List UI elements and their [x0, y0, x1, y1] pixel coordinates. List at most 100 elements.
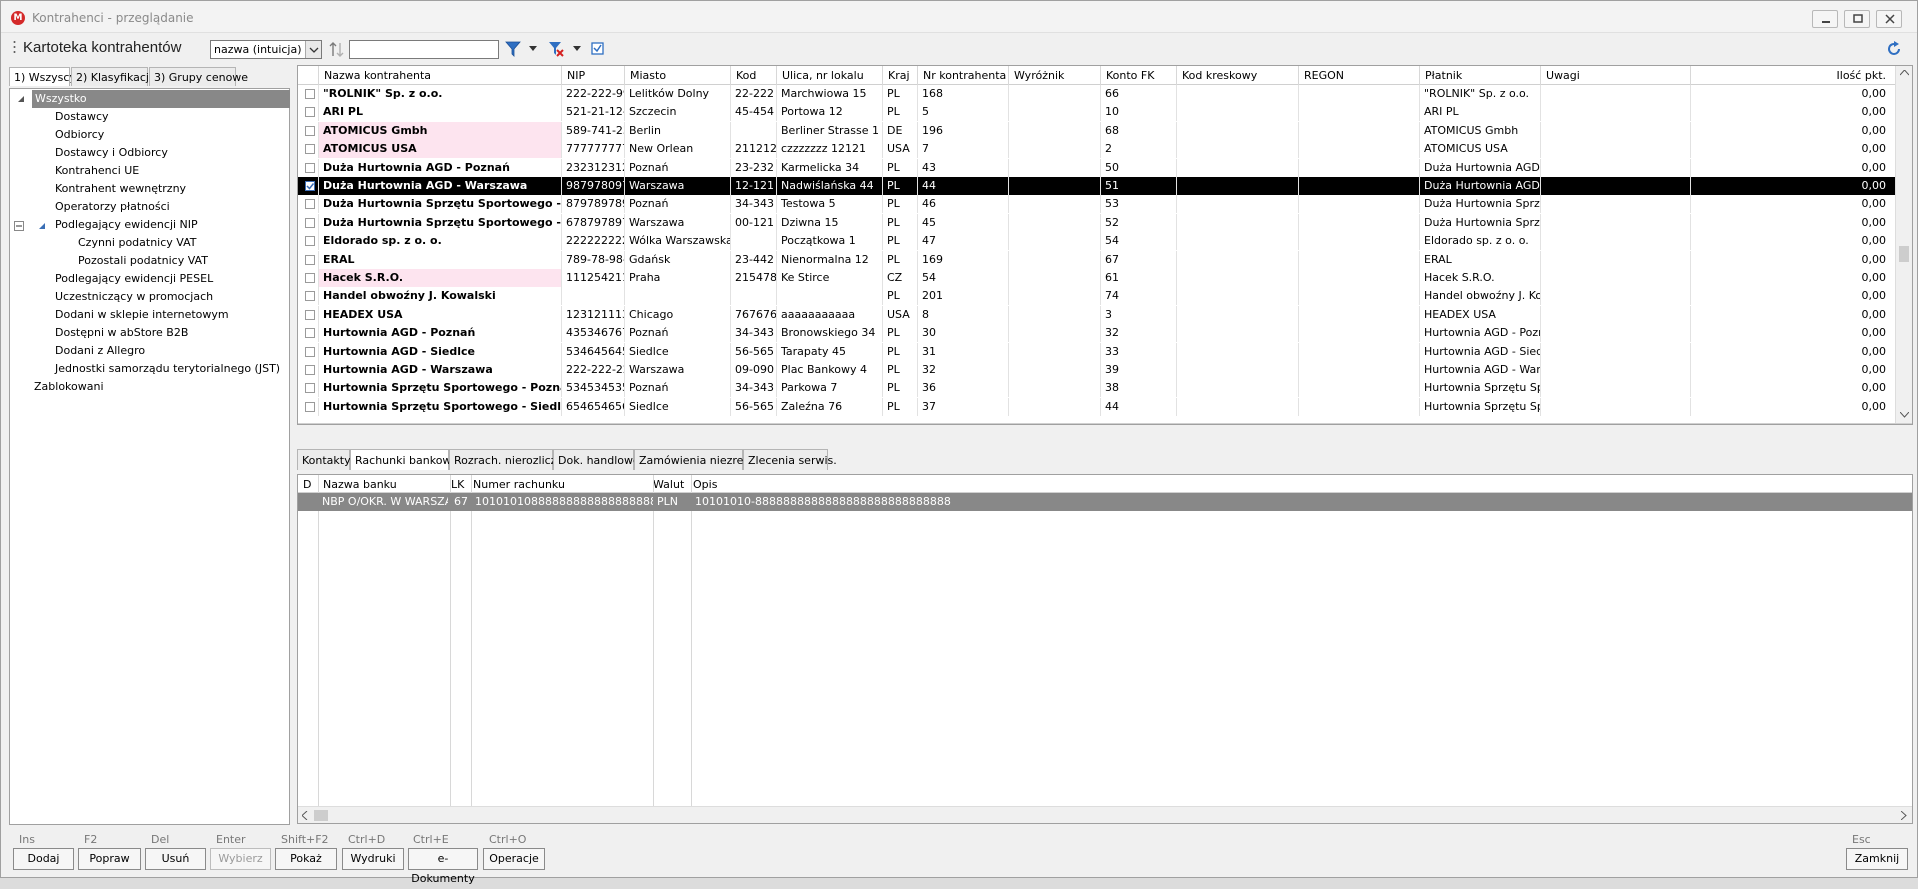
row-checkbox[interactable] [305, 199, 315, 210]
header-regon[interactable]: REGON [1299, 66, 1420, 85]
row-checkbox[interactable] [305, 401, 315, 412]
grid-vertical-scrollbar[interactable] [1895, 66, 1912, 423]
tree-node-odbiorcy[interactable]: Odbiorcy [55, 126, 104, 144]
row-checkbox[interactable] [305, 328, 315, 339]
table-row[interactable]: Duża Hurtownia AGD - Poznań23231231231Po… [298, 158, 1912, 177]
tree-node-zablokowani[interactable]: Zablokowani [34, 378, 104, 396]
table-row[interactable]: HEADEX USA 123121113 Chicago 767676 aaaaaaaa… [298, 305, 1912, 324]
print-button[interactable]: Wydruki [342, 848, 404, 870]
tree-expanded-icon[interactable] [38, 222, 46, 230]
search-input[interactable] [349, 40, 499, 59]
row-checkbox[interactable] [305, 273, 315, 283]
table-row[interactable]: Hacek S.R.O.1112542111Praha215478Ke Stir… [298, 269, 1912, 287]
bank-header-currency[interactable]: Walut [648, 475, 688, 494]
bank-row[interactable]: NBP O/OKR. W WARSZA 67 10101010888888888… [298, 493, 1912, 511]
tab-rachunki-bankowe[interactable]: Rachunki bankowe [350, 449, 458, 470]
header-country[interactable]: Kraj [883, 66, 918, 85]
filter-icon[interactable] [504, 40, 522, 58]
tree-node-dodani-w-sklepie[interactable]: Dodani w sklepie internetowym [55, 306, 229, 324]
header-notes[interactable]: Uwagi [1541, 66, 1691, 85]
bank-horizontal-scrollbar[interactable] [298, 806, 1912, 823]
show-button[interactable]: Pokaż [275, 848, 337, 870]
tree-node-podlegajacy-ewidencji-nip[interactable]: Podlegający ewidencji NIP [55, 216, 198, 234]
header-code[interactable]: Kod [731, 66, 777, 85]
table-row[interactable]: "ROLNIK" Sp. z o.o.222-222-99-88Lelitków… [298, 85, 1912, 103]
row-checkbox[interactable] [305, 309, 315, 320]
table-row[interactable]: ERAL789-78-98-987Gdańsk23-442Nienormalna… [298, 250, 1912, 269]
table-row[interactable]: Hurtownia Sprzętu Sportowego - Poznań 534… [298, 379, 1912, 398]
tree-node-operatorzy-platnosci[interactable]: Operatorzy płatności [55, 198, 170, 216]
edit-button[interactable]: Popraw [78, 848, 141, 870]
table-row[interactable]: ATOMICUS USA77777777778New Orlean211212c… [298, 140, 1912, 159]
table-row[interactable]: Hurtownia AGD - Warszawa222-222-22-22War… [298, 361, 1912, 379]
horizontal-scroll-thumb[interactable] [314, 810, 328, 821]
bank-header-desc[interactable]: Opis [688, 475, 988, 494]
bank-header-name[interactable]: Nazwa banku [318, 475, 446, 494]
table-row[interactable]: Hurtownia AGD - Poznań4353467678Poznań34… [298, 324, 1912, 343]
header-points[interactable]: Ilość pkt. [1691, 66, 1897, 85]
table-row[interactable]: Duża Hurtownia Sprzętu Sportowego - Wars… [298, 213, 1912, 232]
e-documents-button[interactable]: e-Dokumenty [408, 848, 478, 885]
row-checkbox[interactable] [305, 254, 315, 265]
header-barcode[interactable]: Kod kreskowy [1177, 66, 1299, 85]
tree-expanded-icon[interactable] [17, 95, 25, 103]
tree-node-pozostali-podatnicy-vat[interactable]: Pozostali podatnicy VAT [78, 252, 208, 270]
bank-header-account[interactable]: Numer rachunku [468, 475, 648, 494]
delete-button[interactable]: Usuń [145, 848, 206, 870]
row-checkbox[interactable] [305, 383, 315, 394]
close-button[interactable]: Zamknij [1846, 848, 1908, 870]
row-checkbox[interactable] [305, 291, 315, 302]
row-checkbox[interactable] [305, 107, 315, 118]
table-row[interactable]: Eldorado sp. z o. o.2222222222Wólka Wars… [298, 232, 1912, 251]
row-checkbox[interactable] [305, 346, 315, 357]
tree-node-wszystko[interactable]: Wszystko [32, 90, 290, 108]
tree-node-dostawcy-i-odbiorcy[interactable]: Dostawcy i Odbiorcy [55, 144, 168, 162]
add-button[interactable]: Dodaj [13, 848, 74, 870]
tree-node-uczestniczacy-w-promocjach[interactable]: Uczestniczący w promocjach [55, 288, 213, 306]
close-window-button[interactable] [1876, 10, 1902, 28]
header-city[interactable]: Miasto [625, 66, 731, 85]
maximize-button[interactable] [1844, 10, 1870, 28]
header-checkbox[interactable] [298, 66, 319, 85]
scroll-thumb[interactable] [1899, 246, 1909, 262]
header-contractor-number[interactable]: Nr kontrahenta [918, 66, 1009, 85]
tab-wszyscy[interactable]: 1) Wszyscy [9, 67, 76, 86]
tree-node-dostawcy[interactable]: Dostawcy [55, 108, 109, 126]
bank-header-d[interactable]: D [298, 475, 318, 494]
row-checkbox[interactable] [305, 236, 315, 247]
header-payer[interactable]: Płatnik [1420, 66, 1541, 85]
refresh-icon[interactable] [1885, 40, 1903, 58]
row-checkbox[interactable] [305, 144, 315, 155]
table-row[interactable]: Hurtownia Sprzętu Sportowego - Siedlce 65… [298, 397, 1912, 416]
table-row[interactable]: Duża Hurtownia Sprzętu Sportowego - Pozn… [298, 195, 1912, 214]
tree-node-kontrahent-wewnetrzny[interactable]: Kontrahent wewnętrzny [55, 180, 186, 198]
tab-dok-handlowe[interactable]: Dok. handlowe [553, 449, 640, 470]
tree-node-podlegajacy-ewidencji-pesel[interactable]: Podlegający ewidencji PESEL [55, 270, 213, 288]
tab-grupy-cenowe[interactable]: 3) Grupy cenowe [149, 67, 248, 86]
table-row[interactable]: ATOMICUS Gmbh589-741-23-56BerlinBerliner… [298, 121, 1912, 140]
tab-zamowienia-niezreal[interactable]: Zamówienia niezreal. [634, 449, 757, 470]
row-checkbox[interactable] [305, 89, 315, 99]
tree-node-jst[interactable]: Jednostki samorządu terytorialnego (JST) [55, 360, 280, 378]
tab-klasyfikacje[interactable]: 2) Klasyfikacje [71, 67, 156, 86]
tab-kontakty[interactable]: Kontakty [297, 449, 351, 470]
select-button[interactable]: Wybierz [210, 848, 271, 870]
header-street[interactable]: Ulica, nr lokalu [777, 66, 883, 85]
filter-dropdown-icon[interactable] [529, 46, 537, 52]
tab-rozrach-nierozlicz[interactable]: Rozrach. nierozlicz. [449, 449, 560, 470]
row-checkbox[interactable] [305, 162, 315, 173]
table-row[interactable]: Handel obwoźny J. Kowalski PL 201 74 Handel … [298, 287, 1912, 306]
operations-button[interactable]: Operacje [483, 848, 545, 870]
tree-node-dostepni-w-abstore[interactable]: Dostępni w abStore B2B [55, 324, 188, 342]
table-row[interactable]: ARI PL521-21-12-125Szczecin45-454Portowa… [298, 103, 1912, 122]
minimize-button[interactable] [1812, 10, 1838, 28]
row-checkbox[interactable] [305, 125, 315, 136]
header-name[interactable]: Nazwa kontrahenta [319, 66, 562, 85]
tree-node-kontrahenci-ue[interactable]: Kontrahenci UE [55, 162, 139, 180]
table-row[interactable]: Hurtownia AGD - Siedlce53464564565Siedlc… [298, 342, 1912, 361]
collapse-icon[interactable] [14, 221, 24, 231]
chevron-down-icon[interactable] [305, 41, 321, 58]
row-checkbox[interactable] [305, 181, 315, 191]
sort-select[interactable]: nazwa (intuicja) [210, 40, 322, 59]
row-checkbox[interactable] [305, 217, 315, 228]
